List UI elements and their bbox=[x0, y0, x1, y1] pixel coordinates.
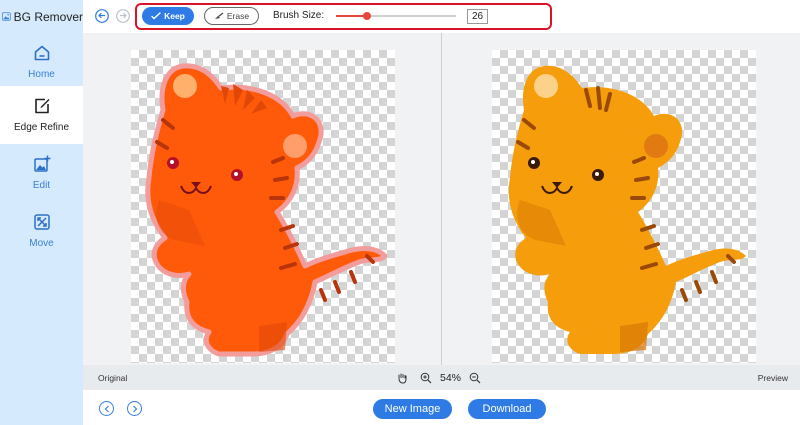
brush-size-label: Brush Size: bbox=[273, 10, 325, 21]
zoom-level: 54% bbox=[440, 371, 462, 384]
sidebar: BG Remover Home Edge Refine Edit Move bbox=[0, 0, 83, 425]
keep-button[interactable]: Keep bbox=[142, 7, 194, 25]
keep-brush-icon bbox=[151, 12, 161, 20]
original-canvas[interactable] bbox=[131, 50, 395, 363]
hand-pan-icon[interactable] bbox=[396, 372, 408, 384]
sidebar-item-home[interactable]: Home bbox=[0, 33, 83, 91]
keep-label: Keep bbox=[164, 11, 185, 21]
top-toolbar: Keep Erase Brush Size: 26 bbox=[83, 0, 800, 33]
next-button[interactable] bbox=[127, 401, 142, 416]
status-bar: Original 54% Preview bbox=[83, 365, 800, 390]
tiger-original-image bbox=[145, 63, 388, 357]
zoom-controls: 54% bbox=[396, 369, 481, 386]
preview-canvas bbox=[492, 50, 756, 363]
edit-image-icon bbox=[33, 155, 50, 172]
edge-refine-icon bbox=[34, 98, 49, 114]
zoom-out-icon[interactable] bbox=[469, 372, 481, 384]
brush-size-value[interactable]: 26 bbox=[467, 9, 488, 24]
sidebar-item-move[interactable]: Move bbox=[0, 202, 83, 260]
chevron-left-icon bbox=[104, 405, 109, 412]
sidebar-item-label: Home bbox=[28, 69, 55, 80]
new-image-button[interactable]: New Image bbox=[373, 399, 452, 419]
download-button[interactable]: Download bbox=[468, 399, 546, 419]
sidebar-item-edit[interactable]: Edit bbox=[0, 144, 83, 202]
undo-icon[interactable] bbox=[95, 9, 109, 23]
app-title: BG Remover bbox=[0, 0, 83, 33]
app-logo-icon bbox=[2, 12, 11, 21]
erase-button[interactable]: Erase bbox=[204, 7, 259, 25]
home-icon bbox=[34, 45, 49, 61]
preview-label: Preview bbox=[757, 373, 788, 383]
zoom-in-icon[interactable] bbox=[420, 372, 432, 384]
brush-size-slider[interactable] bbox=[336, 12, 456, 20]
previous-button[interactable] bbox=[99, 401, 114, 416]
erase-brush-icon bbox=[214, 12, 224, 19]
tiger-preview-image bbox=[508, 65, 746, 354]
original-label: Original bbox=[98, 373, 128, 383]
sidebar-item-label: Edge Refine bbox=[13, 122, 70, 133]
canvas-divider bbox=[441, 33, 442, 365]
redo-icon[interactable] bbox=[116, 9, 130, 23]
app-title-text: BG Remover bbox=[13, 9, 83, 24]
workspace bbox=[83, 33, 800, 365]
sidebar-item-label: Edit bbox=[32, 180, 51, 191]
sidebar-item-edge-refine[interactable]: Edge Refine bbox=[0, 86, 83, 144]
bottom-bar: New Image Download bbox=[83, 390, 800, 425]
chevron-right-icon bbox=[132, 405, 137, 412]
sidebar-item-label: Move bbox=[29, 238, 54, 249]
erase-label: Erase bbox=[226, 11, 250, 21]
move-icon bbox=[33, 214, 50, 230]
